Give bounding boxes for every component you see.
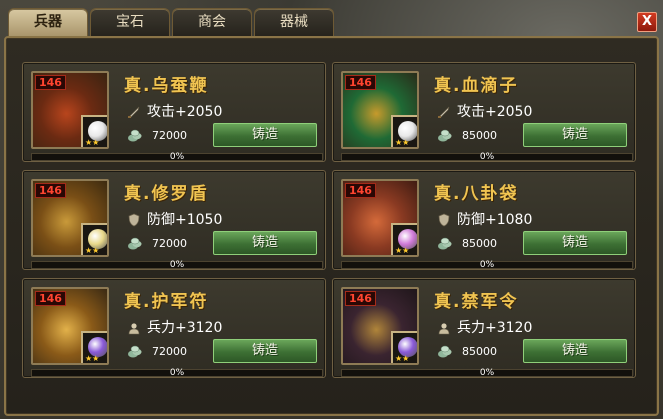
- gem-slot: ★★: [81, 331, 107, 363]
- forge-progress-text: 0%: [169, 368, 185, 378]
- level-badge: 146: [35, 75, 66, 90]
- item-card: 146 ★★ 真.护军符 兵力+3120 72000 铸造 0%: [22, 278, 326, 378]
- item-name: 真.修罗盾: [124, 184, 209, 204]
- forge-progress-text: 0%: [479, 260, 495, 270]
- item-stat: 防御+1050: [147, 212, 223, 228]
- sword-icon: [127, 104, 141, 118]
- forge-progress-bar: 0%: [341, 260, 633, 270]
- tab-machinery[interactable]: 器械: [254, 8, 334, 36]
- item-price: 85000: [462, 237, 497, 250]
- tab-weapons[interactable]: 兵器: [8, 8, 88, 37]
- silver-money-icon: [127, 235, 143, 251]
- star-rating-icon: ★★: [395, 246, 410, 255]
- gem-slot: ★★: [391, 223, 417, 255]
- gem-slot: ★★: [391, 331, 417, 363]
- item-card: 146 ★★ 真.八卦袋 防御+1080 85000 铸造 0%: [332, 170, 636, 270]
- star-rating-icon: ★★: [85, 354, 100, 363]
- item-stat: 兵力+3120: [147, 320, 223, 336]
- forge-progress-text: 0%: [479, 152, 495, 162]
- item-price: 85000: [462, 129, 497, 142]
- forge-progress-bar: 0%: [341, 152, 633, 162]
- sword-icon: [437, 104, 451, 118]
- level-badge: 146: [35, 183, 66, 198]
- item-name: 真.禁军令: [434, 292, 519, 312]
- star-rating-icon: ★★: [395, 138, 410, 147]
- item-thumbnail[interactable]: 146 ★★: [31, 71, 109, 149]
- tab-merchant[interactable]: 商会: [172, 8, 252, 36]
- soldier-icon: [437, 320, 451, 335]
- item-price: 72000: [152, 345, 187, 358]
- forge-button[interactable]: 铸造: [523, 339, 627, 363]
- item-price: 72000: [152, 129, 187, 142]
- tab-gems[interactable]: 宝石: [90, 8, 170, 36]
- item-thumbnail[interactable]: 146 ★★: [341, 71, 419, 149]
- level-badge: 146: [35, 291, 66, 306]
- forge-progress-bar: 0%: [31, 260, 323, 270]
- shield-icon: [127, 212, 141, 227]
- silver-money-icon: [437, 127, 453, 143]
- forge-progress-text: 0%: [169, 260, 185, 270]
- item-thumbnail[interactable]: 146 ★★: [31, 287, 109, 365]
- forge-progress-text: 0%: [479, 368, 495, 378]
- item-thumbnail[interactable]: 146 ★★: [341, 179, 419, 257]
- item-name: 真.血滴子: [434, 76, 519, 96]
- item-name: 真.乌蚕鞭: [124, 76, 209, 96]
- item-price: 85000: [462, 345, 497, 358]
- item-thumbnail[interactable]: 146 ★★: [341, 287, 419, 365]
- level-badge: 146: [345, 75, 376, 90]
- forge-progress-bar: 0%: [341, 368, 633, 378]
- item-price: 72000: [152, 237, 187, 250]
- gem-slot: ★★: [81, 223, 107, 255]
- silver-money-icon: [127, 127, 143, 143]
- item-card: 146 ★★ 真.乌蚕鞭 攻击+2050 72000 铸造 0%: [22, 62, 326, 162]
- shield-icon: [437, 212, 451, 227]
- item-stat: 攻击+2050: [457, 104, 533, 120]
- forge-button[interactable]: 铸造: [213, 231, 317, 255]
- star-rating-icon: ★★: [395, 354, 410, 363]
- forge-button[interactable]: 铸造: [213, 339, 317, 363]
- item-name: 真.护军符: [124, 292, 209, 312]
- item-card: 146 ★★ 真.禁军令 兵力+3120 85000 铸造 0%: [332, 278, 636, 378]
- item-stat: 兵力+3120: [457, 320, 533, 336]
- silver-money-icon: [127, 343, 143, 359]
- forge-progress-text: 0%: [169, 152, 185, 162]
- soldier-icon: [127, 320, 141, 335]
- item-thumbnail[interactable]: 146 ★★: [31, 179, 109, 257]
- forge-button[interactable]: 铸造: [523, 123, 627, 147]
- forge-button[interactable]: 铸造: [213, 123, 317, 147]
- gem-slot: ★★: [81, 115, 107, 147]
- item-name: 真.八卦袋: [434, 184, 519, 204]
- forge-progress-bar: 0%: [31, 368, 323, 378]
- level-badge: 146: [345, 291, 376, 306]
- close-button[interactable]: X: [637, 12, 657, 32]
- silver-money-icon: [437, 343, 453, 359]
- silver-money-icon: [437, 235, 453, 251]
- star-rating-icon: ★★: [85, 138, 100, 147]
- item-stat: 攻击+2050: [147, 104, 223, 120]
- level-badge: 146: [345, 183, 376, 198]
- forge-progress-bar: 0%: [31, 152, 323, 162]
- forge-panel: 146 ★★ 真.乌蚕鞭 攻击+2050 72000 铸造 0% 146 ★★ …: [4, 36, 659, 416]
- forge-button[interactable]: 铸造: [523, 231, 627, 255]
- gem-slot: ★★: [391, 115, 417, 147]
- item-stat: 防御+1080: [457, 212, 533, 228]
- item-card: 146 ★★ 真.血滴子 攻击+2050 85000 铸造 0%: [332, 62, 636, 162]
- item-card: 146 ★★ 真.修罗盾 防御+1050 72000 铸造 0%: [22, 170, 326, 270]
- star-rating-icon: ★★: [85, 246, 100, 255]
